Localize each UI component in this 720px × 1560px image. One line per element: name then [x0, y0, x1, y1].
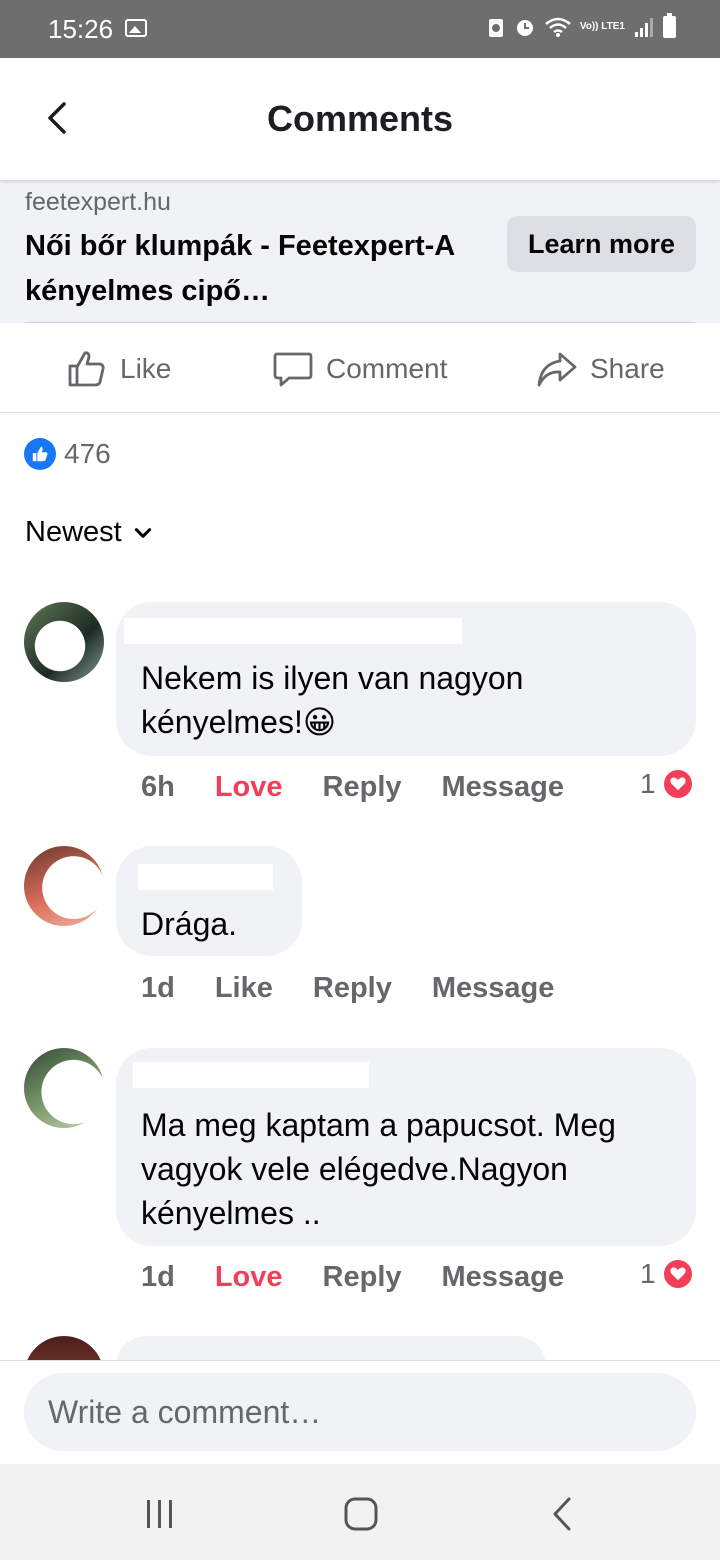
comment-meta: 1d Like Reply Message [141, 972, 554, 1005]
comment-text: Drága. [141, 906, 238, 942]
link-domain: feetexpert.hu [25, 188, 171, 216]
comment-time[interactable]: 1d [141, 972, 175, 1005]
comment-bubble-icon [273, 352, 313, 387]
comment-reaction-count[interactable]: 1 [640, 768, 694, 800]
back-icon[interactable] [543, 1494, 583, 1534]
love-reaction-button[interactable]: Love [215, 771, 283, 804]
battery-saver-icon [488, 19, 503, 37]
love-reaction-button[interactable]: Love [215, 1261, 283, 1294]
alarm-icon [516, 20, 533, 36]
comment-composer [0, 1360, 720, 1464]
like-reaction-icon [24, 438, 56, 470]
author-name-redacted[interactable] [133, 1062, 369, 1088]
author-name-redacted[interactable] [138, 864, 273, 890]
reaction-number: 1 [640, 1258, 656, 1289]
sort-dropdown[interactable]: Newest [25, 516, 154, 549]
link-title[interactable]: Női bőr klumpák - Feetexpert-A kényelmes… [25, 224, 495, 314]
avatar[interactable] [24, 602, 104, 682]
battery-icon [663, 13, 676, 38]
comment-label: Comment [326, 353, 448, 384]
home-icon[interactable] [341, 1494, 381, 1534]
author-name-redacted[interactable] [124, 618, 462, 644]
comment-text: Ma meg kaptam a papucsot. Meg vagyok vel… [141, 1107, 616, 1231]
signal-icon [635, 18, 653, 37]
comments-header: Comments [0, 58, 720, 180]
comment-meta: 1d Love Reply Message [141, 1261, 564, 1294]
avatar[interactable] [24, 1048, 104, 1128]
comment-reaction-count[interactable]: 1 [640, 1258, 694, 1290]
message-button[interactable]: Message [432, 972, 555, 1005]
like-reaction-button[interactable]: Like [215, 972, 273, 1005]
system-navigation-bar [0, 1464, 720, 1560]
gallery-notification-icon [125, 19, 147, 37]
heart-icon [661, 1258, 694, 1290]
comment-meta: 6h Love Reply Message [141, 771, 564, 804]
status-time: 15:26 [48, 14, 114, 44]
comment-text: Nekem is ilyen van nagyon kényelmes!😀 [141, 660, 524, 740]
like-label: Like [120, 353, 172, 384]
share-button[interactable]: Share [536, 345, 665, 393]
like-button[interactable]: Like [66, 345, 171, 393]
message-button[interactable]: Message [442, 1261, 565, 1294]
heart-icon [661, 768, 694, 800]
status-icons: Vo)) LTE1 [487, 13, 676, 38]
share-arrow-icon [537, 352, 577, 387]
reply-button[interactable]: Reply [313, 972, 392, 1005]
learn-more-button[interactable]: Learn more [507, 216, 696, 272]
comment-button[interactable]: Comment [272, 345, 447, 393]
message-button[interactable]: Message [442, 771, 565, 804]
comment-time[interactable]: 6h [141, 771, 175, 804]
link-preview-card[interactable]: feetexpert.hu Női bőr klumpák - Feetexpe… [0, 180, 720, 323]
network-type-label: Vo)) LTE1 [579, 21, 625, 32]
chevron-down-icon [134, 527, 151, 538]
page-title: Comments [266, 98, 454, 139]
reaction-summary[interactable]: 476 [24, 438, 111, 470]
sort-label: Newest [25, 516, 122, 548]
wifi-icon [545, 17, 571, 37]
status-bar: 15:26 Vo)) LTE1 [0, 0, 720, 58]
comment-time[interactable]: 1d [141, 1261, 175, 1294]
share-label: Share [590, 353, 665, 384]
reply-button[interactable]: Reply [323, 1261, 402, 1294]
avatar[interactable] [24, 846, 104, 926]
recent-apps-icon[interactable] [140, 1494, 180, 1534]
thumbs-up-icon [68, 351, 105, 387]
post-actions: Like Comment Share [0, 323, 720, 413]
reply-button[interactable]: Reply [323, 771, 402, 804]
comment-input[interactable] [24, 1373, 696, 1451]
reaction-count: 476 [64, 438, 111, 469]
reaction-number: 1 [640, 768, 656, 799]
